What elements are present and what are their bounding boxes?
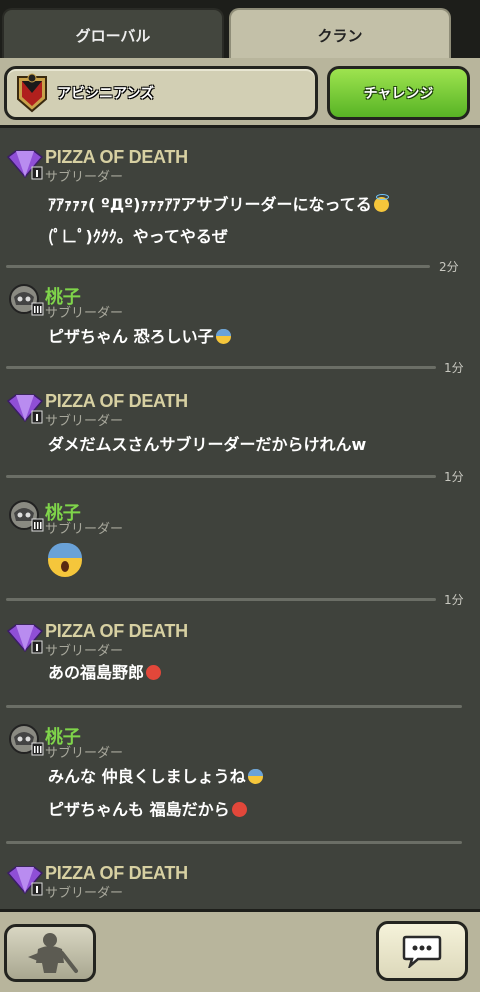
scared-emoji-icon [48, 543, 82, 577]
divider [6, 265, 430, 268]
skull-helmet-badge-icon [9, 724, 44, 756]
message-text: ダメだムスさんサブリーダーだからけれんw [48, 435, 367, 454]
username[interactable]: PIZZA OF DEATH [45, 621, 188, 642]
user-role: サブリーダー [45, 644, 124, 659]
divider [6, 366, 436, 369]
profile-button[interactable] [4, 924, 96, 982]
warrior-silhouette-icon [28, 933, 78, 973]
message-text: (ﾟ∟ﾟ)ｸｸｸ。やってやるぜ [48, 227, 228, 246]
angry-emoji-icon [146, 665, 162, 680]
purple-gem-badge-icon [6, 394, 44, 424]
purple-gem-badge-icon [6, 866, 44, 896]
bottom-bar [0, 909, 480, 992]
username[interactable]: PIZZA OF DEATH [45, 391, 188, 412]
clan-name: アビシニアンズ [57, 86, 155, 102]
divider [6, 475, 436, 478]
divider [6, 705, 462, 708]
message-text: あの福島野郎 [48, 659, 162, 683]
user-role: サブリーダー [45, 522, 124, 537]
username[interactable]: PIZZA OF DEATH [45, 863, 188, 884]
angry-emoji-icon [231, 802, 247, 817]
chat-button[interactable] [376, 921, 468, 981]
purple-gem-badge-icon [6, 150, 44, 180]
clan-badge-icon [15, 73, 49, 113]
message-text: みんな 仲良くしましょうね [48, 763, 263, 787]
username[interactable]: PIZZA OF DEATH [45, 147, 188, 168]
timestamp: 2分 [439, 260, 459, 274]
divider [6, 598, 436, 601]
tab-clan[interactable]: クラン [229, 8, 451, 60]
halo-emoji-icon [373, 194, 389, 212]
message-text: ピザちゃんも 福島だから [48, 796, 247, 820]
user-role: サブリーダー [45, 170, 124, 185]
divider [6, 841, 462, 844]
timestamp: 1分 [444, 470, 464, 484]
chat-list[interactable]: PIZZA OF DEATH サブリーダー ｱｱｧｧｧ( ºДº)ｧｧｧｱｱアサ… [0, 131, 480, 909]
message-text: ｱｱｧｧｧ( ºДº)ｧｧｧｱｱアサブリーダーになってる [48, 191, 389, 215]
scared-emoji-icon [247, 769, 263, 784]
timestamp: 1分 [444, 593, 464, 607]
timestamp: 1分 [444, 361, 464, 375]
user-role: サブリーダー [45, 886, 124, 901]
user-role: サブリーダー [45, 306, 124, 321]
clan-header: アビシニアンズ チャレンジ [0, 58, 480, 128]
user-role: サブリーダー [45, 746, 124, 761]
skull-helmet-badge-icon [9, 284, 44, 316]
scared-emoji-icon [215, 329, 231, 344]
speech-bubble-icon [402, 935, 442, 968]
tab-bar: グローバル クラン [0, 0, 480, 60]
skull-helmet-badge-icon [9, 500, 44, 532]
tab-global[interactable]: グローバル [2, 8, 224, 60]
challenge-button[interactable]: チャレンジ [327, 66, 470, 120]
purple-gem-badge-icon [6, 624, 44, 654]
clan-info-button[interactable]: アビシニアンズ [4, 66, 318, 120]
user-role: サブリーダー [45, 414, 124, 429]
message-text: ピザちゃん 恐ろしい子 [48, 323, 231, 347]
